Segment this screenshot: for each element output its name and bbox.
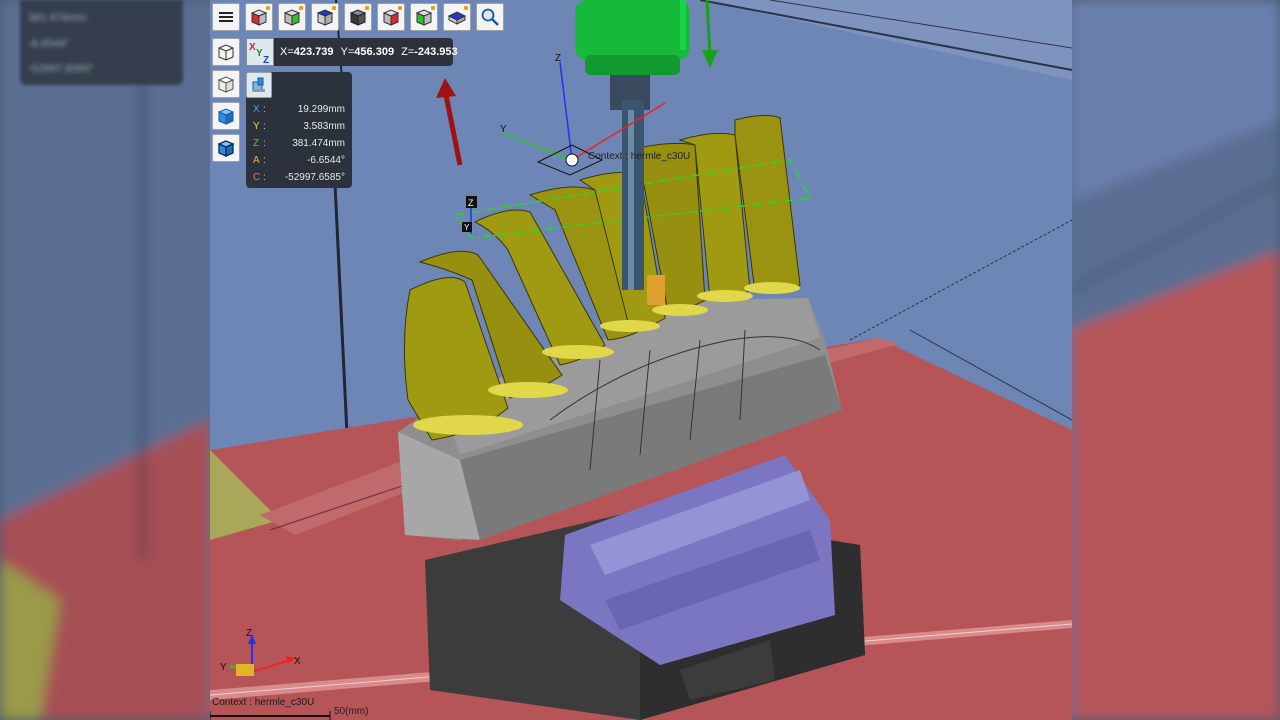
- cube-dark-icon: [349, 9, 367, 26]
- local-z-label: Z: [555, 53, 561, 64]
- cube-green-side-icon: [415, 9, 433, 26]
- blurred-readout-row: -52997.6585°: [28, 63, 95, 75]
- view-toolbar: [212, 3, 504, 31]
- wireframe-cube-icon: [218, 44, 234, 61]
- view-back-button[interactable]: [410, 3, 438, 31]
- shaded-view-button[interactable]: [212, 102, 240, 130]
- readout-row-y: Y: 3.583mm: [253, 121, 345, 132]
- shaded-edges-cube-icon: [217, 140, 235, 157]
- readout-row-c: C: -52997.6585°: [253, 172, 345, 183]
- view-front-button[interactable]: [245, 3, 273, 31]
- machine-view-button[interactable]: [246, 72, 272, 98]
- xyz-axes-icon: XYZ: [249, 42, 269, 66]
- view-bottom-button[interactable]: [443, 3, 471, 31]
- coordinate-system-button[interactable]: XYZ: [246, 38, 274, 66]
- readout-row-z: Z: 381.474mm: [253, 138, 345, 149]
- coord-z: Z=-243.953: [401, 46, 458, 58]
- cube-blue-bottom-icon: [447, 11, 467, 25]
- local-y-label: Y: [500, 124, 507, 135]
- readout-row-a: A: -6.6544°: [253, 155, 345, 166]
- zoom-fit-button[interactable]: [476, 3, 504, 31]
- svg-text:Z: Z: [263, 55, 269, 65]
- machine-icon: [252, 77, 265, 92]
- tool-y-label: Y: [464, 223, 470, 232]
- outline-cube-icon: [217, 76, 235, 93]
- shaded-cube-icon: [217, 108, 235, 125]
- view-left-button[interactable]: [278, 3, 306, 31]
- gizmo-z-label: Z: [246, 628, 252, 639]
- view-iso-button[interactable]: [344, 3, 372, 31]
- hidden-line-view-button[interactable]: [212, 70, 240, 98]
- blurred-readout-row: -6.6544°: [28, 38, 70, 50]
- svg-text:Y: Y: [256, 48, 263, 59]
- cube-red-side-icon: [382, 9, 400, 26]
- scale-label: 50(mm): [334, 706, 369, 717]
- readout-row-x: X: 19.299mm: [253, 104, 345, 115]
- view-top-button[interactable]: [311, 3, 339, 31]
- tool-z-label: Z: [468, 198, 474, 208]
- 3d-context-label: Context : hermle_c30U: [588, 151, 691, 162]
- context-status-label: Context : hermle_c30U: [212, 697, 315, 708]
- gizmo-y-label: Y: [220, 662, 227, 673]
- 3d-viewport[interactable]: Z Y Z Y Z Y X Context : hermle_c30U X Y …: [210, 0, 1072, 720]
- cube-blue-face-icon: [316, 9, 334, 26]
- hamburger-icon: [219, 10, 233, 24]
- origin-marker: [565, 153, 579, 167]
- magnifier-icon: [481, 8, 499, 26]
- cube-red-face-icon: [250, 9, 268, 26]
- shaded-edges-view-button[interactable]: [212, 134, 240, 162]
- coord-x: X=423.739: [280, 46, 334, 58]
- menu-button[interactable]: [212, 3, 240, 31]
- gizmo-x-label: X: [294, 656, 301, 667]
- wireframe-view-button[interactable]: [212, 38, 240, 66]
- cube-green-face-icon: [283, 9, 301, 26]
- blurred-readout-row: 381.474mm: [28, 12, 87, 24]
- svg-text:X: X: [249, 42, 256, 53]
- axis-readout-panel: X: 19.299mm Y: 3.583mm Z: 381.474mm A: -…: [246, 72, 352, 188]
- view-right-button[interactable]: [377, 3, 405, 31]
- cursor-coordinates-bar: XYZ X=423.739 Y=456.309 Z=-243.953: [246, 38, 458, 66]
- coord-y: Y=456.309: [340, 46, 395, 58]
